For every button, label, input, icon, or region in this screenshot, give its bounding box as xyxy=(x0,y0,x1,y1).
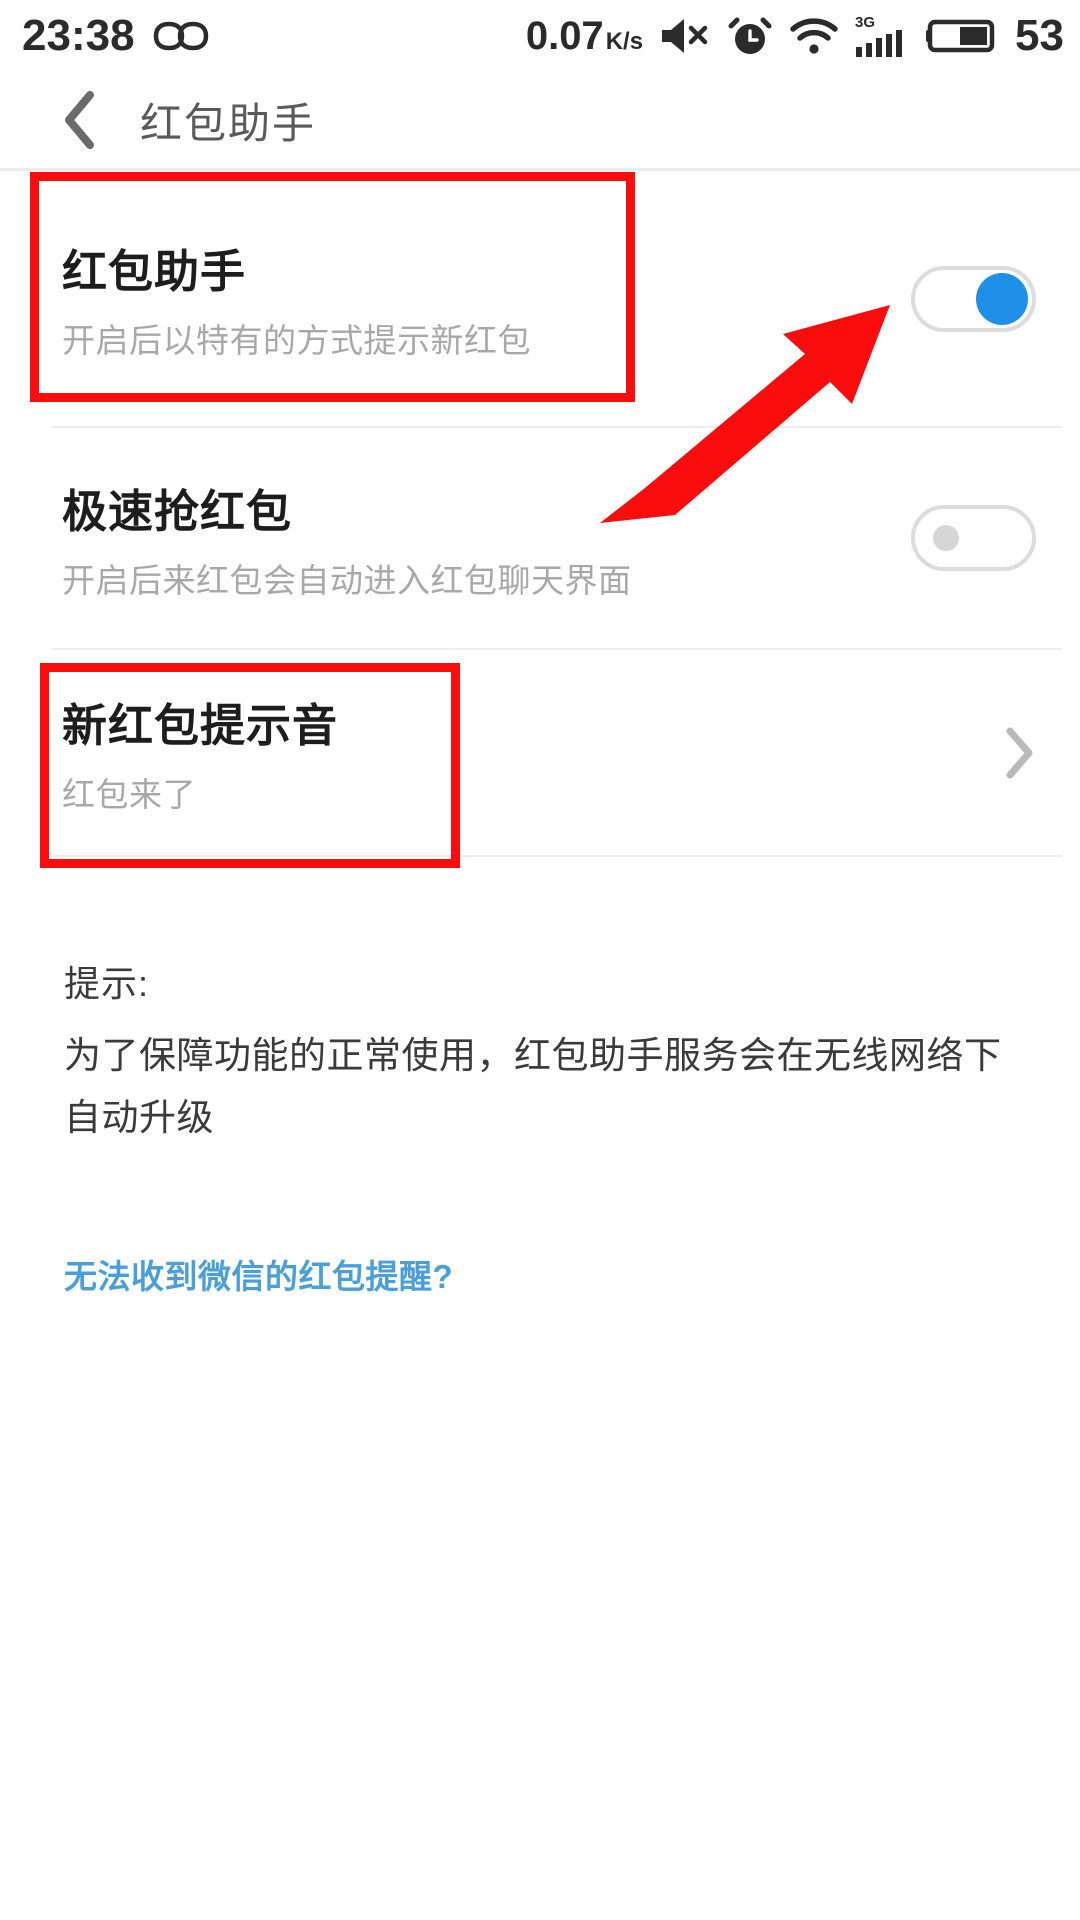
toggle-fast-grab[interactable] xyxy=(911,505,1036,571)
toggle-knob xyxy=(933,525,959,551)
status-time: 23:38 xyxy=(22,11,135,60)
setting-row-hongbao-assistant[interactable]: 红包助手 开启后以特有的方式提示新红包 xyxy=(0,171,1080,426)
status-bar-right: 0.07 K/s 3G 53 xyxy=(526,0,1064,72)
row-text-group: 红包助手 开启后以特有的方式提示新红包 xyxy=(62,235,531,362)
wifi-icon xyxy=(788,15,840,57)
row-text-group: 极速抢红包 开启后来红包会自动进入红包聊天界面 xyxy=(62,475,632,602)
phone-screen: 23:38 0.07 K/s 3G 53 红包助手 红包助手 开启后以特有的方式… xyxy=(0,0,1080,1920)
svg-text:3G: 3G xyxy=(855,14,875,31)
row-chevron[interactable] xyxy=(996,726,1036,780)
battery-level: 53 xyxy=(1015,11,1064,60)
row-subtitle: 开启后以特有的方式提示新红包 xyxy=(62,322,531,359)
signal-3g-icon: 3G xyxy=(855,13,911,59)
app-header: 红包助手 xyxy=(0,72,1080,168)
battery-icon xyxy=(926,15,1000,57)
hint-label: 提示: xyxy=(64,963,150,1004)
toggle-knob xyxy=(976,272,1028,325)
hint-body: 为了保障功能的正常使用，红包助手服务会在无线网络下自动升级 xyxy=(64,1035,1002,1138)
row-divider xyxy=(52,855,1062,857)
row-title: 新红包提示音 xyxy=(62,700,339,751)
page-title: 红包助手 xyxy=(140,99,317,147)
setting-row-fast-grab[interactable]: 极速抢红包 开启后来红包会自动进入红包聊天界面 xyxy=(0,428,1080,648)
back-button[interactable] xyxy=(44,90,116,150)
mute-icon xyxy=(658,15,712,57)
settings-list: 红包助手 开启后以特有的方式提示新红包 极速抢红包 开启后来红包会自动进入红包聊… xyxy=(0,171,1080,857)
setting-row-notification-sound[interactable]: 新红包提示音 红包来了 xyxy=(0,650,1080,855)
row-title: 红包助手 xyxy=(62,246,247,297)
infinity-icon xyxy=(153,19,209,53)
network-speed: 0.07 K/s xyxy=(526,14,643,59)
toggle-hongbao-assistant[interactable] xyxy=(911,265,1036,332)
row-title: 极速抢红包 xyxy=(62,485,293,537)
alarm-icon xyxy=(727,13,773,59)
network-speed-value: 0.07 xyxy=(525,13,604,58)
status-bar-left: 23:38 xyxy=(0,11,209,61)
help-link[interactable]: 无法收到微信的红包提醒? xyxy=(64,1250,453,1298)
row-subtitle: 开启后来红包会自动进入红包聊天界面 xyxy=(62,561,632,599)
row-text-group: 新红包提示音 红包来了 xyxy=(62,689,338,816)
hint-body-block: 为了保障功能的正常使用，红包助手服务会在无线网络下自动升级 xyxy=(64,1025,1024,1149)
network-speed-unit: K/s xyxy=(605,27,644,55)
back-chevron-icon xyxy=(65,91,94,149)
hint-block: 提示: xyxy=(64,955,1024,1007)
status-bar: 23:38 0.07 K/s 3G 53 xyxy=(0,0,1080,72)
row-subtitle: 红包来了 xyxy=(62,776,196,813)
chevron-right-icon xyxy=(1006,727,1033,778)
